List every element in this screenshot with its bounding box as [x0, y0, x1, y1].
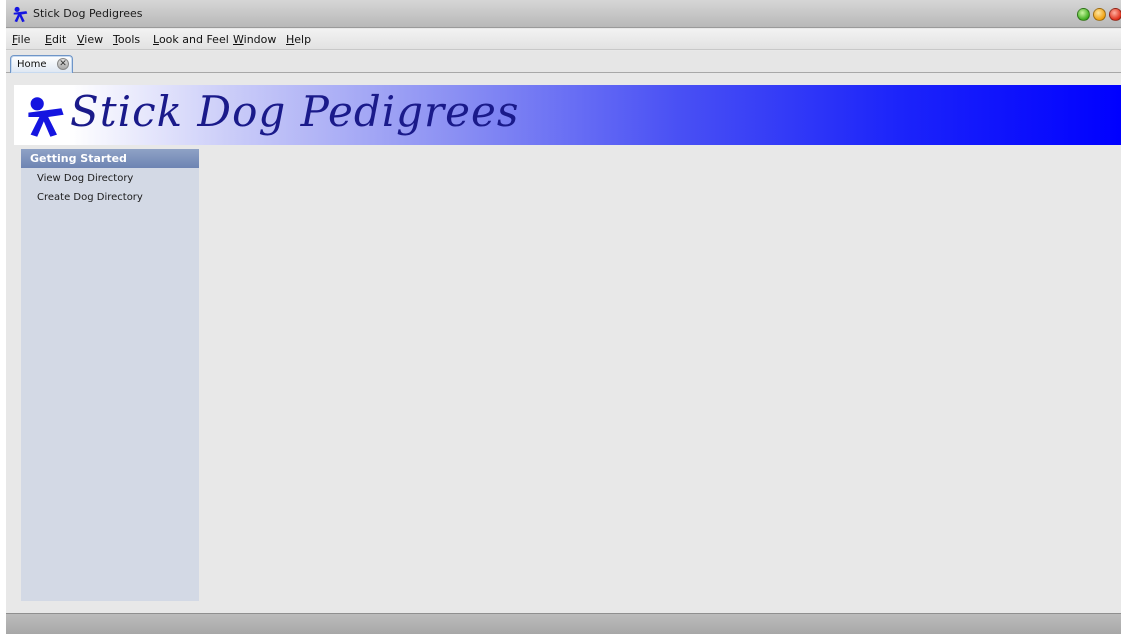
view-dog-directory-link[interactable]: View Dog Directory [37, 173, 133, 184]
menu-tools[interactable]: Tools [113, 33, 140, 46]
tab-home[interactable]: Home ✕ [10, 55, 73, 73]
menu-window[interactable]: Window [233, 33, 276, 46]
menu-file[interactable]: File [12, 33, 30, 46]
menu-bar: File Edit View Tools Look and Feel Windo… [6, 29, 1121, 50]
menu-view[interactable]: View [77, 33, 103, 46]
minimize-button[interactable] [1077, 8, 1090, 21]
tab-home-label: Home [17, 59, 47, 70]
main-content-area [199, 149, 1121, 601]
stick-dog-icon [13, 6, 28, 23]
close-button[interactable] [1109, 8, 1121, 21]
stick-dog-logo-icon [28, 97, 64, 137]
tab-bar: Home ✕ [6, 51, 1121, 73]
menu-look-and-feel[interactable]: Look and Feel [153, 33, 229, 46]
getting-started-panel: Getting Started View Dog Directory Creat… [21, 149, 199, 601]
close-tab-icon[interactable]: ✕ [57, 58, 69, 70]
maximize-button[interactable] [1093, 8, 1106, 21]
brand-title: Stick Dog Pedigrees [70, 87, 520, 136]
getting-started-header[interactable]: Getting Started [21, 149, 199, 168]
app-window: Stick Dog Pedigrees File Edit View Tools… [6, 0, 1121, 634]
menu-help[interactable]: Help [286, 33, 311, 46]
create-dog-directory-link[interactable]: Create Dog Directory [37, 192, 143, 203]
header-banner: Stick Dog Pedigrees [14, 85, 1121, 145]
status-bar [6, 613, 1121, 634]
title-bar[interactable]: Stick Dog Pedigrees [6, 0, 1121, 28]
window-title: Stick Dog Pedigrees [33, 7, 143, 20]
menu-edit[interactable]: Edit [45, 33, 66, 46]
